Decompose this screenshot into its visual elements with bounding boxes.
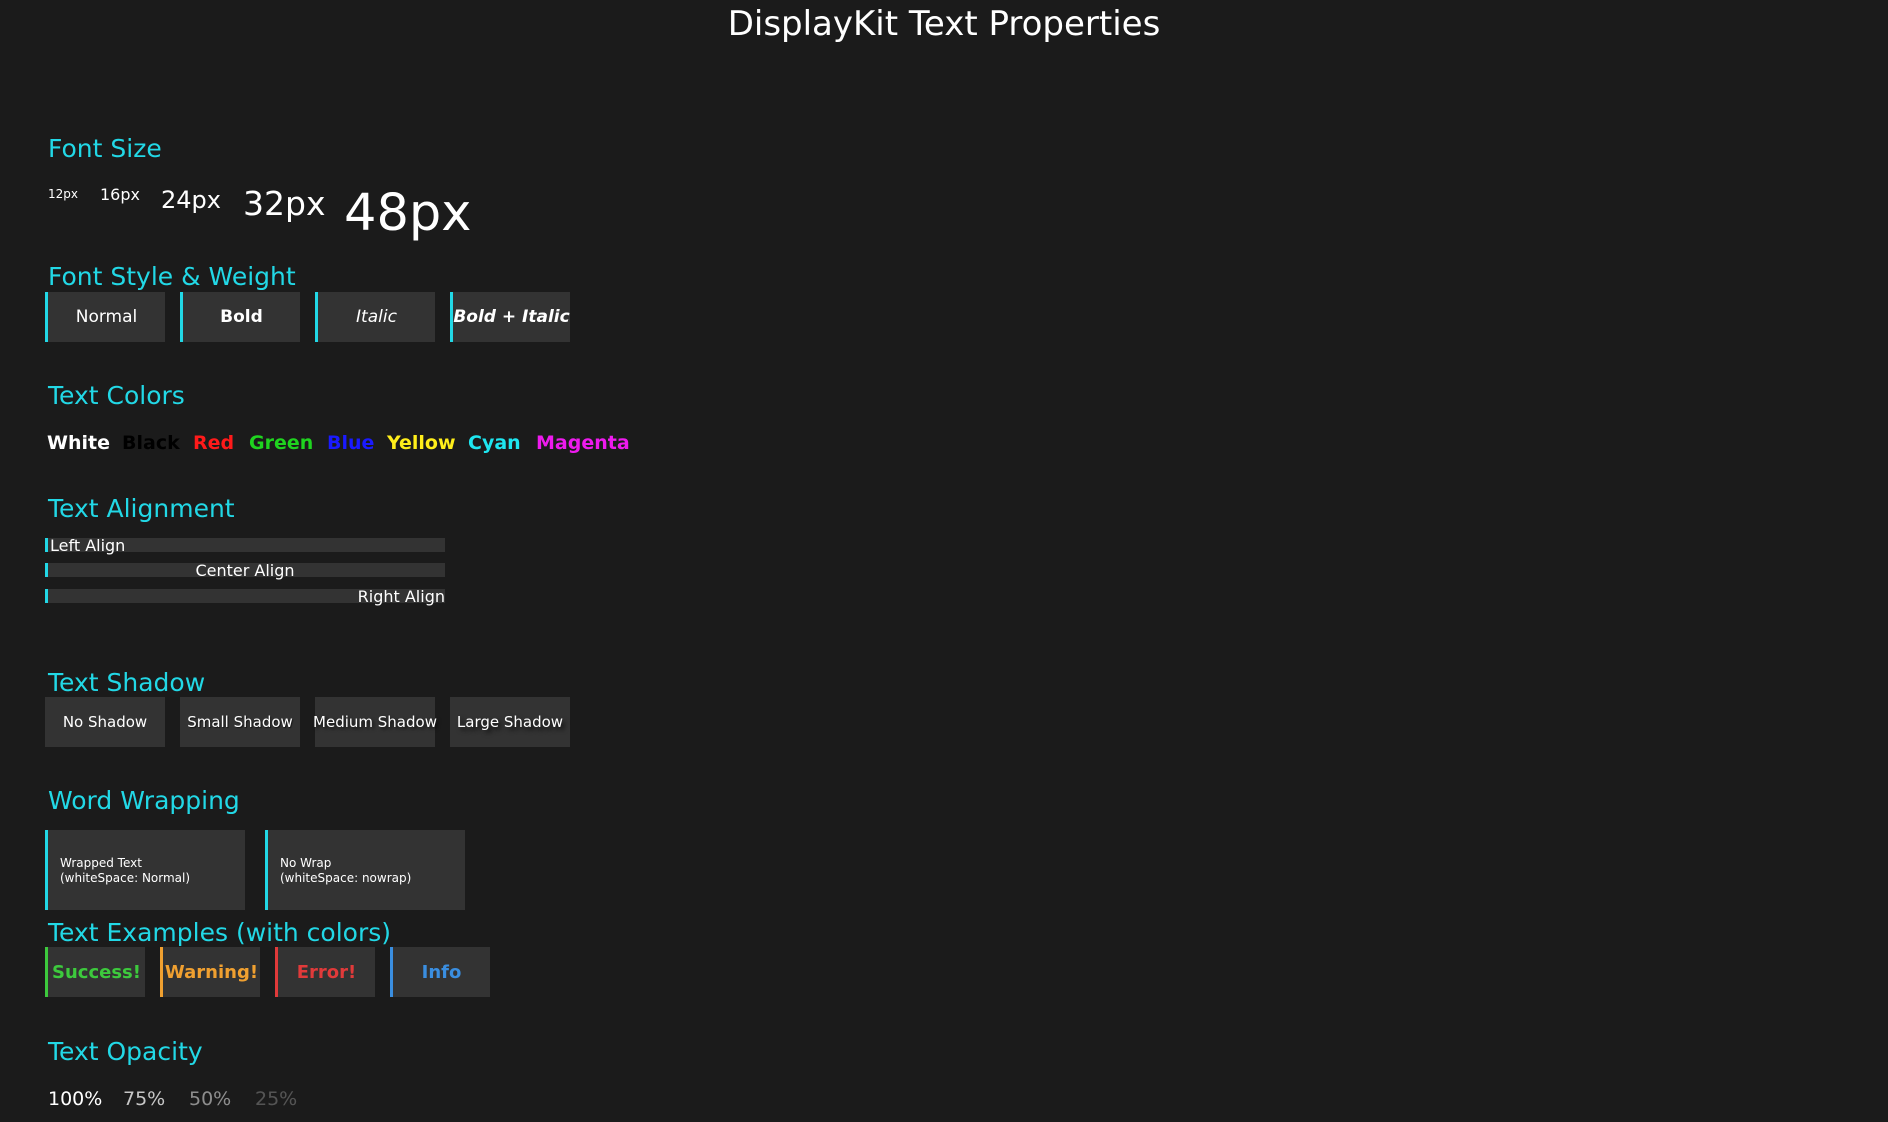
font-size-sample-16: 16px — [100, 185, 140, 204]
color-sample-blue: Blue — [327, 432, 375, 454]
shadow-none-box: No Shadow — [45, 697, 165, 747]
font-size-sample-12: 12px — [48, 187, 78, 201]
wrap-nowrap-box: No Wrap (whiteSpace: nowrap) — [265, 830, 465, 910]
font-size-sample-48: 48px — [344, 184, 472, 243]
section-heading-text-examples: Text Examples (with colors) — [48, 918, 392, 947]
style-normal-box: Normal — [45, 292, 165, 342]
opacity-50: 50% — [189, 1088, 232, 1110]
example-success: Success! — [45, 947, 145, 997]
wrap-normal-line1: Wrapped Text — [60, 856, 142, 870]
section-heading-text-opacity: Text Opacity — [48, 1037, 203, 1066]
example-error: Error! — [275, 947, 375, 997]
section-heading-word-wrapping: Word Wrapping — [48, 786, 240, 815]
section-heading-font-size: Font Size — [48, 134, 162, 163]
section-heading-text-alignment: Text Alignment — [48, 494, 235, 523]
opacity-25: 25% — [255, 1088, 298, 1110]
color-sample-magenta: Magenta — [536, 432, 630, 454]
style-bold-italic-box: Bold + Italic — [450, 292, 570, 342]
style-bold-box: Bold — [180, 292, 300, 342]
opacity-100: 100% — [48, 1088, 103, 1110]
shadow-small-box: Small Shadow — [180, 697, 300, 747]
style-italic-box: Italic — [315, 292, 435, 342]
font-size-sample-24: 24px — [161, 186, 221, 214]
wrap-normal-line2: (whiteSpace: Normal) — [60, 871, 191, 885]
page-title: DisplayKit Text Properties — [727, 4, 1161, 44]
shadow-medium-box: Medium Shadow — [313, 697, 437, 747]
section-heading-text-colors: Text Colors — [48, 381, 185, 410]
wrap-nowrap-line1: No Wrap — [280, 856, 332, 870]
shadow-large-box: Large Shadow — [450, 697, 570, 747]
color-sample-red: Red — [193, 432, 235, 454]
color-sample-yellow: Yellow — [387, 432, 456, 454]
color-sample-green: Green — [249, 432, 314, 454]
align-center-text: Center Align — [195, 561, 295, 580]
section-heading-text-shadow: Text Shadow — [48, 668, 206, 697]
color-sample-black: Black — [122, 432, 180, 454]
example-warning: Warning! — [160, 947, 260, 997]
opacity-75: 75% — [123, 1088, 166, 1110]
color-sample-white: White — [47, 432, 110, 454]
wrap-nowrap-line2: (whiteSpace: nowrap) — [280, 871, 412, 885]
color-sample-cyan: Cyan — [468, 432, 521, 454]
section-heading-font-style: Font Style & Weight — [48, 262, 296, 291]
align-right-text: Right Align — [357, 587, 445, 606]
wrap-normal-box: Wrapped Text (whiteSpace: Normal) — [45, 830, 245, 910]
font-size-sample-32: 32px — [243, 184, 326, 223]
example-info: Info — [390, 947, 490, 997]
align-left-text: Left Align — [50, 536, 126, 555]
